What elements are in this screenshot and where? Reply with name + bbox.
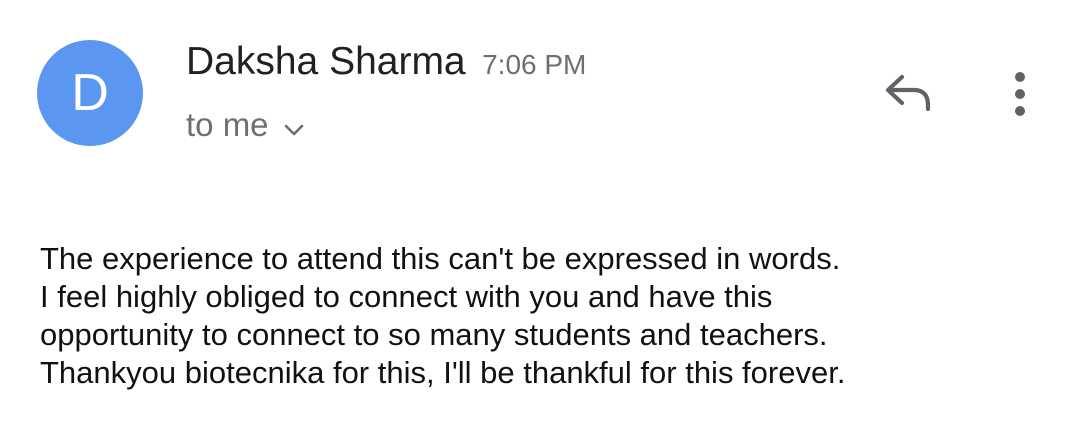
message-body-line: opportunity to connect to so many studen… <box>40 317 828 352</box>
message-body-line: Thankyou biotecnika for this, I'll be th… <box>40 355 846 390</box>
reply-button[interactable] <box>876 70 940 120</box>
email-message: D Daksha Sharma 7:06 PM to me The experi… <box>0 0 1077 441</box>
sender-avatar[interactable]: D <box>37 40 143 146</box>
recipient-label: to me <box>186 106 269 143</box>
avatar-letter: D <box>71 64 109 122</box>
more-options-button[interactable] <box>1000 68 1040 124</box>
message-body-line: The experience to attend this can't be e… <box>40 241 841 276</box>
message-body-line: I feel highly obliged to connect with yo… <box>40 279 773 314</box>
sender-line: Daksha Sharma 7:06 PM <box>186 40 586 84</box>
message-body: The experience to attend this can't be e… <box>40 240 1050 392</box>
sender-name[interactable]: Daksha Sharma <box>186 40 466 83</box>
recipient-details-toggle[interactable]: to me <box>186 105 305 145</box>
more-vert-icon <box>1012 70 1028 123</box>
reply-icon <box>880 71 936 120</box>
chevron-down-icon[interactable] <box>283 107 305 145</box>
sent-time: 7:06 PM <box>482 49 587 80</box>
